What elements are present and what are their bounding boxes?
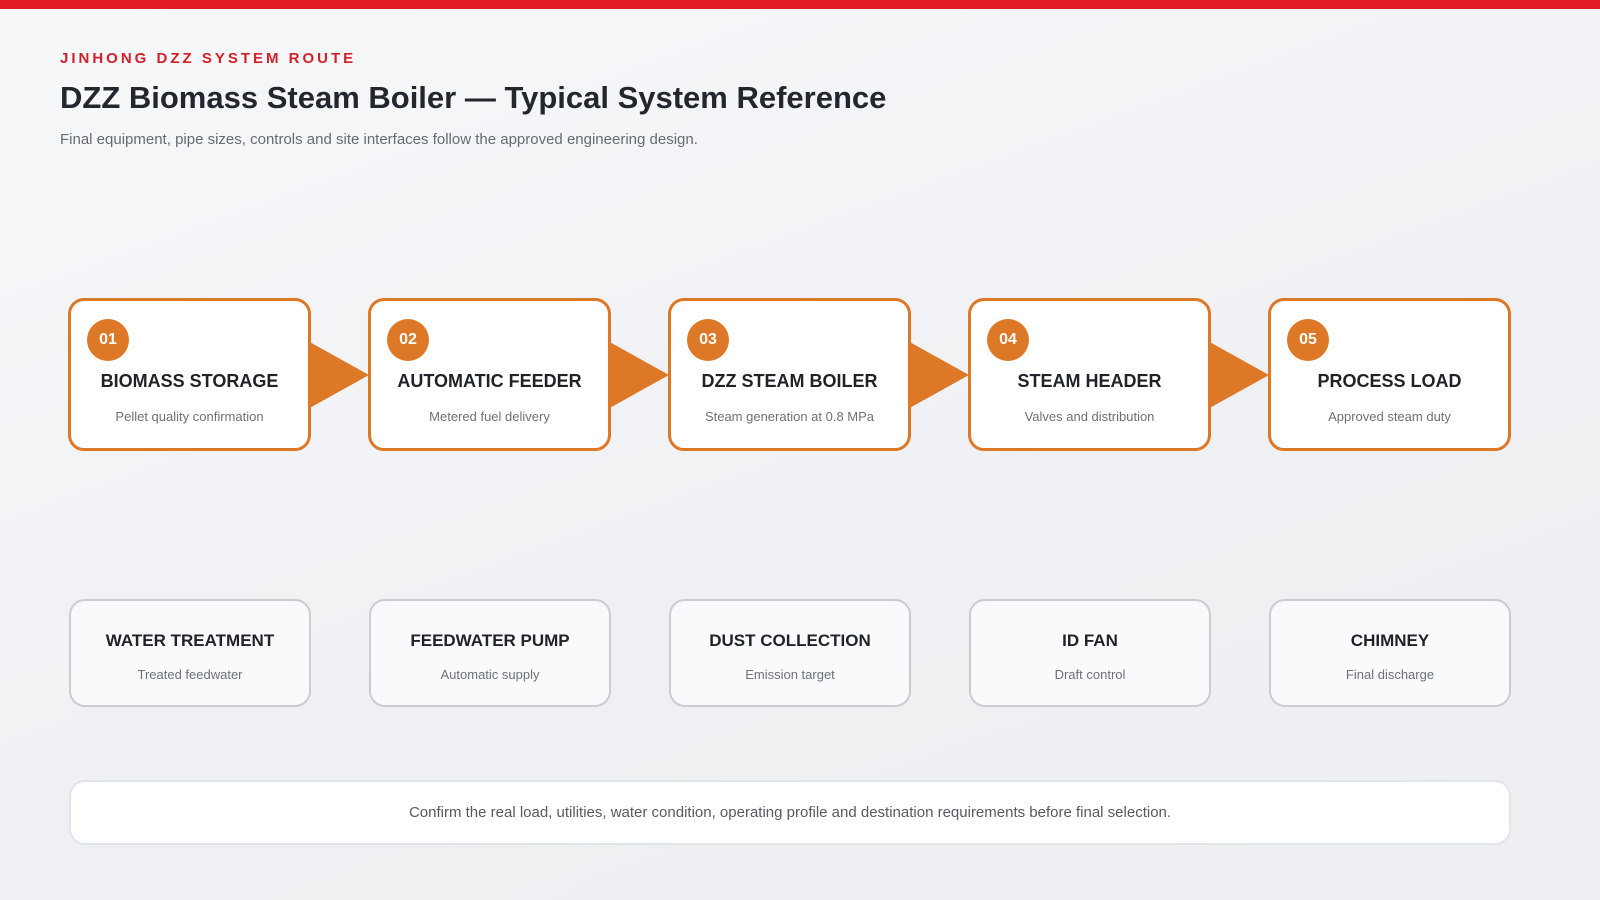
step-number-badge: 05 — [1287, 319, 1329, 361]
step-description: Pellet quality confirmation — [115, 409, 264, 424]
step-number-badge: 01 — [87, 319, 129, 361]
aux-description: Automatic supply — [440, 667, 540, 682]
step-number-badge: 04 — [987, 319, 1029, 361]
aux-description: Draft control — [1054, 667, 1126, 682]
aux-description: Emission target — [745, 667, 835, 682]
aux-title: CHIMNEY — [1350, 631, 1430, 650]
step-title: BIOMASS STORAGE — [100, 371, 279, 391]
step-description: Valves and distribution — [1024, 409, 1155, 424]
step-number-badge: 03 — [687, 319, 729, 361]
aux-id-fan: ID FAN Draft control — [969, 599, 1211, 707]
page-subtitle: Final equipment, pipe sizes, controls an… — [60, 131, 698, 148]
top-accent-bar — [0, 0, 1600, 9]
step-description: Steam generation at 0.8 MPa — [704, 409, 875, 424]
step-process-load: 05 PROCESS LOAD Approved steam duty — [1268, 298, 1511, 451]
step-title: PROCESS LOAD — [1317, 371, 1462, 391]
step-description: Approved steam duty — [1328, 409, 1451, 424]
step-title: AUTOMATIC FEEDER — [397, 371, 582, 391]
aux-title: FEEDWATER PUMP — [410, 631, 570, 650]
aux-dust-collection: DUST COLLECTION Emission target — [669, 599, 911, 707]
step-description: Metered fuel delivery — [429, 409, 550, 424]
aux-title: ID FAN — [1062, 631, 1118, 650]
aux-chimney: CHIMNEY Final discharge — [1269, 599, 1511, 707]
page-title: DZZ Biomass Steam Boiler — Typical Syste… — [60, 80, 887, 115]
eyebrow-label: JINHONG DZZ SYSTEM ROUTE — [60, 50, 357, 67]
step-biomass-storage: 01 BIOMASS STORAGE Pellet quality confir… — [68, 298, 311, 451]
step-automatic-feeder: 02 AUTOMATIC FEEDER Metered fuel deliver… — [368, 298, 611, 451]
step-dzz-steam-boiler: 03 DZZ STEAM BOILER Steam generation at … — [668, 298, 911, 451]
step-title: STEAM HEADER — [1017, 371, 1162, 391]
aux-feedwater-pump: FEEDWATER PUMP Automatic supply — [369, 599, 611, 707]
footer-note: Confirm the real load, utilities, water … — [69, 780, 1511, 845]
aux-title: DUST COLLECTION — [709, 631, 871, 650]
aux-title: WATER TREATMENT — [105, 631, 275, 650]
step-steam-header: 04 STEAM HEADER Valves and distribution — [968, 298, 1211, 451]
aux-description: Treated feedwater — [137, 667, 243, 682]
aux-water-treatment: WATER TREATMENT Treated feedwater — [69, 599, 311, 707]
step-number-badge: 02 — [387, 319, 429, 361]
aux-description: Final discharge — [1345, 667, 1435, 682]
step-title: DZZ STEAM BOILER — [701, 371, 878, 391]
